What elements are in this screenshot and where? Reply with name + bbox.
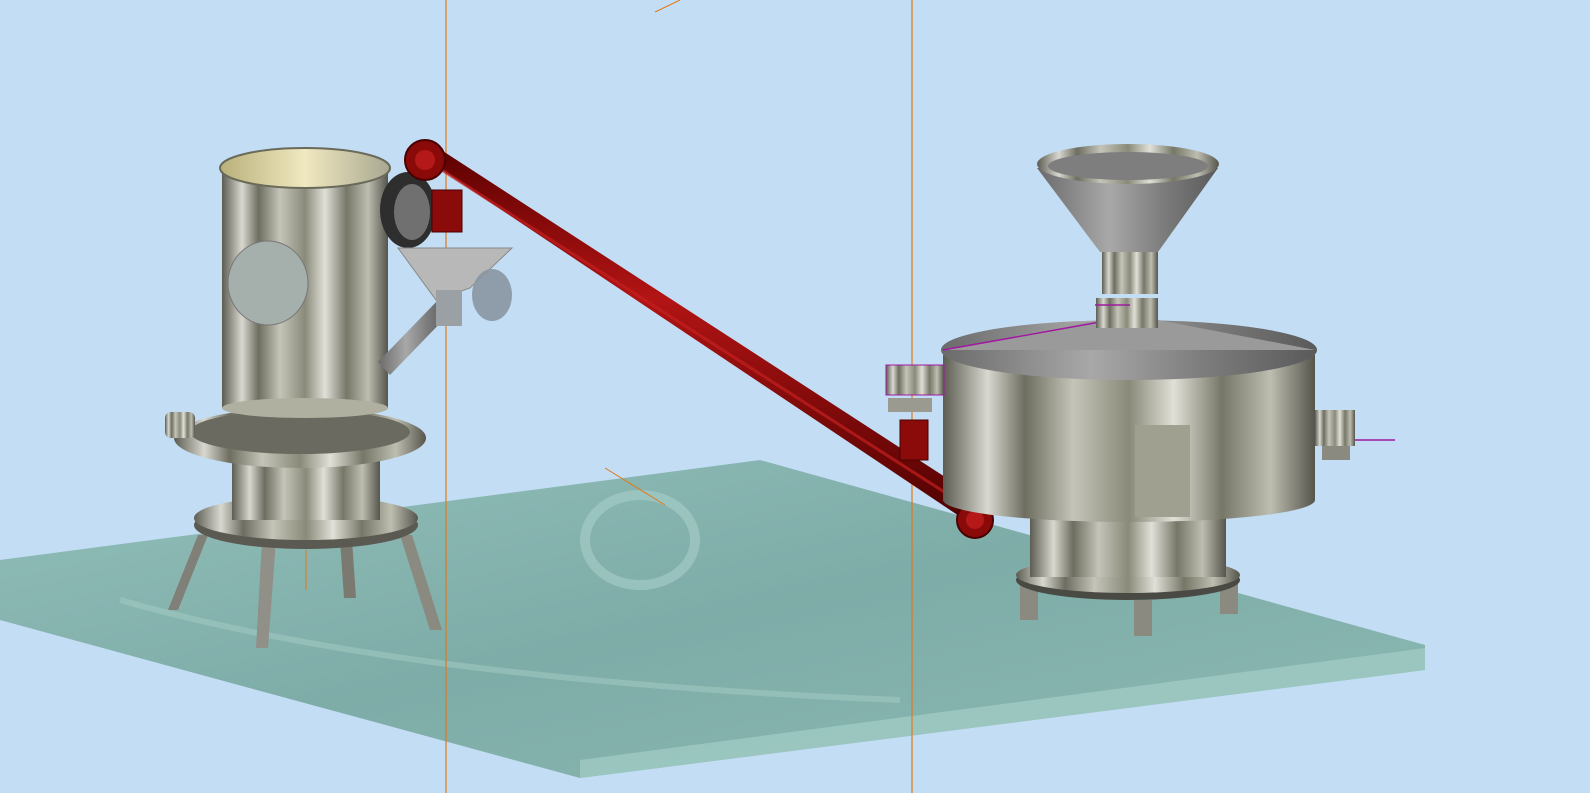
cad-scene[interactable] — [0, 0, 1590, 793]
3d-viewport[interactable] — [0, 0, 1590, 793]
feed-hopper[interactable] — [378, 247, 514, 375]
